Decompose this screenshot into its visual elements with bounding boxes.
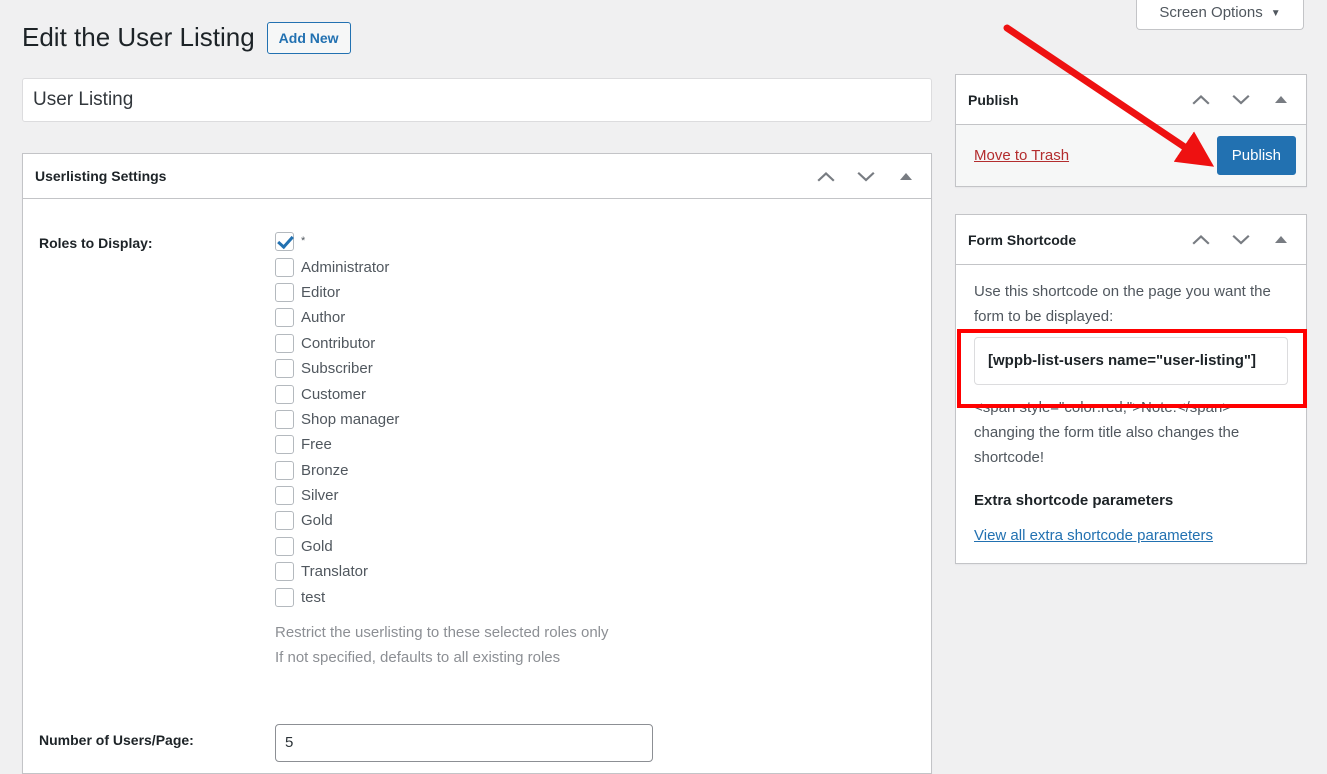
role-checkbox-item[interactable]: Subscriber <box>275 356 931 381</box>
form-shortcode-panel: Form Shortcode Use this shortcode on the… <box>955 214 1307 564</box>
roles-help-line-1: Restrict the userlisting to these select… <box>275 623 609 641</box>
shortcode-intro-text: Use this shortcode on the page you want … <box>974 283 1271 325</box>
page-header: Edit the User Listing Add New <box>22 22 351 54</box>
role-checkbox-label: Bronze <box>301 461 349 479</box>
role-checkbox-label: Contributor <box>301 334 376 352</box>
role-checkbox-item[interactable]: Contributor <box>275 331 931 356</box>
role-checkbox-item[interactable]: Gold <box>275 508 931 533</box>
checkbox-unchecked-icon[interactable] <box>275 511 294 531</box>
roles-to-display-row: Roles to Display: * Administrator Editor Au… <box>23 199 931 670</box>
userlisting-settings-body: Roles to Display: * Administrator Editor Au… <box>23 199 931 774</box>
users-per-page-label: Number of Users/Page: <box>39 731 194 748</box>
users-per-page-row: Number of Users/Page: Set the number of … <box>23 692 931 774</box>
shortcode-handle-actions <box>1188 227 1294 253</box>
checkbox-unchecked-icon[interactable] <box>275 257 294 277</box>
wordpress-admin-screen: Screen Options ▼ Edit the User Listing A… <box>0 0 1327 774</box>
role-checkbox-item[interactable]: Silver <box>275 483 931 508</box>
checkbox-unchecked-icon[interactable] <box>275 359 294 379</box>
userlisting-settings-header: Userlisting Settings <box>23 154 931 199</box>
publish-handle-actions <box>1188 87 1294 113</box>
checkbox-unchecked-icon[interactable] <box>275 384 294 404</box>
shortcode-value: [wppb-list-users name="user-listing"] <box>988 352 1257 369</box>
checkbox-unchecked-icon[interactable] <box>275 562 294 582</box>
publish-panel-body: Move to Trash Publish <box>956 125 1306 186</box>
panel-handle-actions <box>813 163 919 189</box>
role-checkbox-item[interactable]: test <box>275 584 931 609</box>
role-checkbox-label: Silver <box>301 487 339 505</box>
shortcode-note-text: <span style="color:red;">Note:</span> ch… <box>974 399 1240 466</box>
checkbox-unchecked-icon[interactable] <box>275 308 294 328</box>
publish-panel-header: Publish <box>956 75 1306 125</box>
view-extra-parameters-link[interactable]: View all extra shortcode parameters <box>974 527 1213 544</box>
add-new-button[interactable]: Add New <box>266 22 351 54</box>
form-shortcode-header: Form Shortcode <box>956 215 1306 265</box>
checkbox-unchecked-icon[interactable] <box>275 587 294 607</box>
extra-parameters-heading: Extra shortcode parameters <box>974 492 1174 509</box>
publish-panel: Publish Move to Trash Publish <box>955 74 1307 187</box>
role-checkbox-item[interactable]: Shop manager <box>275 407 931 432</box>
form-shortcode-body: Use this shortcode on the page you want … <box>956 265 1306 563</box>
publish-panel-title: Publish <box>968 91 1019 108</box>
role-checkbox-label: Gold <box>301 512 333 530</box>
page-title: Edit the User Listing <box>22 22 255 53</box>
role-checkbox-label: Administrator <box>301 258 390 276</box>
role-checkbox-item[interactable]: Administrator <box>275 254 931 279</box>
role-checkbox-label: Editor <box>301 283 341 301</box>
checkbox-unchecked-icon[interactable] <box>275 282 294 302</box>
role-checkbox-item[interactable]: Gold <box>275 534 931 559</box>
roles-to-display-control: * Administrator Editor Author Contributor Sub… <box>275 199 931 670</box>
checkbox-unchecked-icon[interactable] <box>275 486 294 506</box>
userlisting-settings-panel: Userlisting Settings Roles to Display: *… <box>22 153 932 774</box>
role-checkbox-label: Customer <box>301 385 367 403</box>
move-up-icon[interactable] <box>1188 227 1214 253</box>
checkbox-unchecked-icon[interactable] <box>275 460 294 480</box>
checkbox-checked-icon[interactable] <box>275 232 294 252</box>
role-checkbox-label: Free <box>301 436 332 454</box>
roles-help-line-2: If not specified, defaults to all existi… <box>275 648 561 666</box>
role-checkbox-item[interactable]: Customer <box>275 381 931 406</box>
role-checkbox-item[interactable]: Editor <box>275 280 931 305</box>
role-checkbox-item[interactable]: * <box>275 229 931 254</box>
form-shortcode-title: Form Shortcode <box>968 231 1077 248</box>
role-checkbox-label: Shop manager <box>301 410 400 428</box>
checkbox-unchecked-icon[interactable] <box>275 435 294 455</box>
screen-options-label: Screen Options <box>1159 4 1263 21</box>
move-to-trash-link[interactable]: Move to Trash <box>974 147 1069 164</box>
move-down-icon[interactable] <box>1228 87 1254 113</box>
checkbox-unchecked-icon[interactable] <box>275 409 294 429</box>
shortcode-code-box[interactable]: [wppb-list-users name="user-listing"] <box>974 337 1288 385</box>
role-checkbox-label: Author <box>301 309 346 327</box>
screen-options-button[interactable]: Screen Options ▼ <box>1136 0 1304 30</box>
roles-checkbox-list: * Administrator Editor Author Contributor Sub… <box>275 229 931 610</box>
move-up-icon[interactable] <box>1188 87 1214 113</box>
role-checkbox-label: Subscriber <box>301 360 373 378</box>
checkbox-unchecked-icon[interactable] <box>275 536 294 556</box>
role-checkbox-item[interactable]: Author <box>275 305 931 330</box>
roles-to-display-label: Roles to Display: <box>39 235 153 251</box>
move-up-icon[interactable] <box>813 163 839 189</box>
role-checkbox-label: * <box>301 235 306 248</box>
role-checkbox-label: Gold <box>301 537 333 555</box>
chevron-down-icon: ▼ <box>1270 8 1281 19</box>
role-checkbox-item[interactable]: Translator <box>275 559 931 584</box>
listing-title-input[interactable] <box>22 78 932 122</box>
move-down-icon[interactable] <box>1228 227 1254 253</box>
userlisting-settings-title: Userlisting Settings <box>35 168 167 184</box>
users-per-page-input[interactable] <box>275 723 653 762</box>
role-checkbox-item[interactable]: Bronze <box>275 458 931 483</box>
publish-button[interactable]: Publish <box>1216 136 1296 175</box>
role-checkbox-label: test <box>301 588 326 606</box>
toggle-panel-icon[interactable] <box>893 163 919 189</box>
toggle-panel-icon[interactable] <box>1268 227 1294 253</box>
toggle-panel-icon[interactable] <box>1268 87 1294 113</box>
move-down-icon[interactable] <box>853 163 879 189</box>
checkbox-unchecked-icon[interactable] <box>275 333 294 353</box>
users-per-page-control: Set the number of users to be displayed … <box>275 692 931 774</box>
role-checkbox-label: Translator <box>301 563 368 581</box>
role-checkbox-item[interactable]: Free <box>275 432 931 457</box>
